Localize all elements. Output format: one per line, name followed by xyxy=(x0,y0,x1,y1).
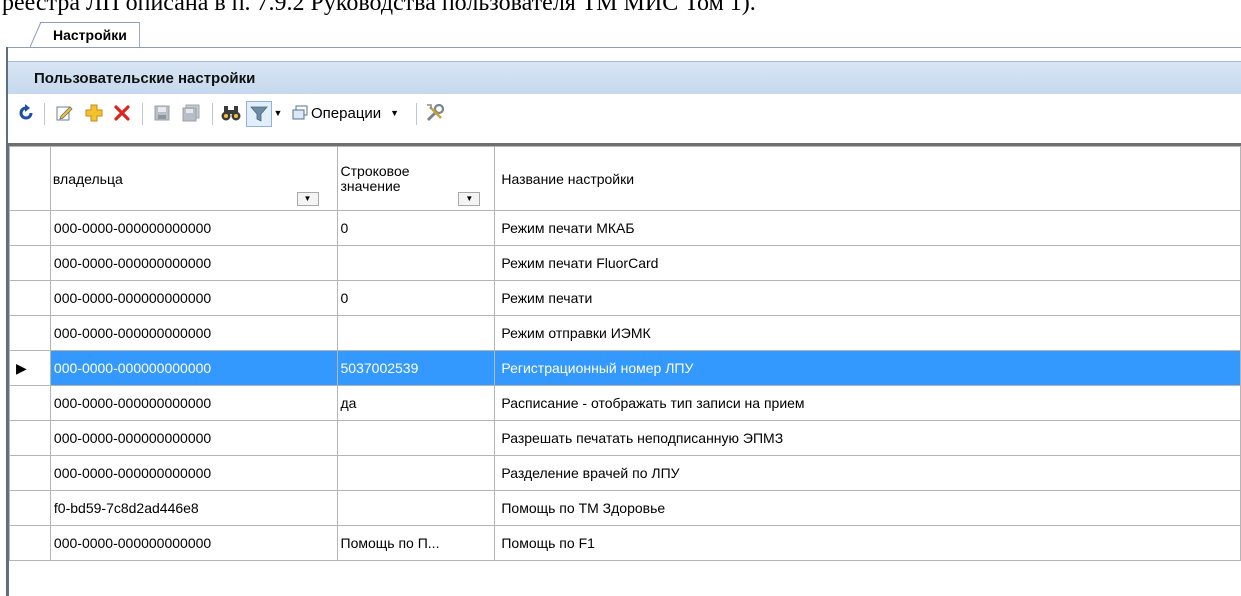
column-header-setting-name-label: Название настройки xyxy=(501,170,635,187)
grid-header-row: владельца ▼ Строковое значение ▼ Названи… xyxy=(9,146,1241,211)
toolbar-separator xyxy=(212,103,213,125)
refresh-icon[interactable] xyxy=(14,102,38,124)
cell-setting-name[interactable]: Регистрационный номер ЛПУ xyxy=(494,350,1241,386)
cell-setting-name[interactable]: Режим печати xyxy=(494,280,1241,316)
cell-setting-name[interactable]: Расписание - отображать тип записи на пр… xyxy=(494,385,1241,421)
column-filter-dropdown-icon[interactable]: ▼ xyxy=(296,192,319,206)
cell-owner[interactable]: 000-0000-000000000000 xyxy=(49,315,338,351)
cell-setting-name[interactable]: Разрешать печатать неподписанную ЭПМЗ xyxy=(494,420,1241,456)
cell-string-value[interactable]: 5037002539 xyxy=(336,350,496,386)
cell-owner[interactable]: 000-0000-000000000000 xyxy=(49,385,338,421)
chevron-down-icon: ▼ xyxy=(390,108,400,118)
column-filter-dropdown-icon[interactable]: ▼ xyxy=(458,192,481,206)
filter-dropdown-arrow-icon[interactable]: ▼ xyxy=(272,102,284,124)
row-indicator[interactable] xyxy=(9,525,51,561)
row-indicator[interactable] xyxy=(9,455,51,491)
cell-setting-name[interactable]: Режим печати FluorCard xyxy=(494,245,1241,281)
save-icon[interactable] xyxy=(150,102,174,124)
operations-label: Операции xyxy=(311,104,382,122)
toolbar: ▼ Операции ▼ xyxy=(8,95,1241,131)
toolbar-separator xyxy=(44,103,45,125)
find-icon[interactable] xyxy=(218,102,244,124)
settings-grid: владельца ▼ Строковое значение ▼ Названи… xyxy=(8,145,1241,596)
column-header-owner[interactable]: владельца ▼ xyxy=(49,146,338,211)
row-indicator[interactable] xyxy=(9,490,51,526)
cell-owner[interactable]: 000-0000-000000000000 xyxy=(49,210,338,246)
row-indicator[interactable] xyxy=(9,315,51,351)
table-row[interactable]: 000-0000-000000000000 Режим отправки ИЭМК xyxy=(9,315,1241,351)
cell-string-value[interactable] xyxy=(336,245,496,281)
column-header-owner-label: владельца xyxy=(52,170,123,187)
cell-owner[interactable]: 000-0000-000000000000 xyxy=(49,455,338,491)
table-row[interactable]: 000-0000-000000000000 Помощь по П... Помощ… xyxy=(9,525,1241,561)
cell-setting-name[interactable]: Режим печати МКАБ xyxy=(494,210,1241,246)
current-row-arrow-icon: ▶ xyxy=(16,359,27,376)
cell-owner[interactable]: 000-0000-000000000000 xyxy=(49,245,338,281)
cell-owner[interactable]: 000-0000-000000000000 xyxy=(49,525,338,561)
delete-icon[interactable] xyxy=(110,102,134,124)
row-indicator[interactable] xyxy=(9,245,51,281)
table-row[interactable]: 000-0000-000000000000 Разделение врачей п… xyxy=(9,455,1241,491)
cell-string-value[interactable] xyxy=(336,490,496,526)
cell-setting-name[interactable]: Помощь по ТМ Здоровье xyxy=(494,490,1241,526)
cell-string-value[interactable]: да xyxy=(336,385,496,421)
document-text: реестра ЛП описана в п. 7.9.2 Руководств… xyxy=(2,0,756,16)
cell-setting-name[interactable]: Разделение врачей по ЛПУ xyxy=(494,455,1241,491)
cell-string-value[interactable]: 0 xyxy=(336,280,496,316)
table-row[interactable]: ▶ 000-0000-000000000000 5037002539 Регистра… xyxy=(9,350,1241,386)
grid-table: владельца ▼ Строковое значение ▼ Названи… xyxy=(9,146,1241,561)
operations-icon xyxy=(292,105,308,120)
save-all-icon[interactable] xyxy=(178,102,204,124)
table-row[interactable]: 000-0000-000000000000 да Расписание - отоб… xyxy=(9,385,1241,421)
cell-string-value[interactable] xyxy=(336,315,496,351)
add-icon[interactable] xyxy=(82,102,106,124)
column-header-string-value[interactable]: Строковое значение ▼ xyxy=(336,146,496,211)
column-header-string-value-label: Строковое значение xyxy=(340,162,410,194)
cell-string-value[interactable] xyxy=(336,455,496,491)
cell-owner[interactable]: 000-0000-000000000000 xyxy=(49,350,338,386)
table-row[interactable]: 000-0000-000000000000 Режим печати FluorC… xyxy=(9,245,1241,281)
panel-title: Пользовательские настройки xyxy=(8,61,1241,94)
filter-icon[interactable] xyxy=(246,101,272,127)
table-row[interactable]: f0-bd59-7c8d2ad446e8 Помощь по ТМ Здоровь… xyxy=(9,490,1241,526)
row-indicator-header xyxy=(9,146,51,211)
operations-button[interactable]: Операции ▼ xyxy=(292,102,408,124)
row-indicator[interactable] xyxy=(9,420,51,456)
tab-strip: Настройки xyxy=(6,18,1241,48)
table-row[interactable]: 000-0000-000000000000 0 Режим печати xyxy=(9,280,1241,316)
toolbar-separator xyxy=(142,103,143,125)
row-indicator[interactable] xyxy=(9,385,51,421)
table-row[interactable]: 000-0000-000000000000 0 Режим печати МКАБ xyxy=(9,210,1241,246)
toolbar-separator xyxy=(416,103,417,125)
row-indicator[interactable] xyxy=(9,210,51,246)
settings-icon[interactable] xyxy=(422,102,448,124)
cell-string-value[interactable]: 0 xyxy=(336,210,496,246)
cell-setting-name[interactable]: Режим отправки ИЭМК xyxy=(494,315,1241,351)
row-indicator[interactable] xyxy=(9,280,51,316)
cell-owner[interactable]: 000-0000-000000000000 xyxy=(49,280,338,316)
cell-owner[interactable]: 000-0000-000000000000 xyxy=(49,420,338,456)
edit-icon[interactable] xyxy=(52,102,76,124)
row-indicator[interactable]: ▶ xyxy=(9,350,51,386)
tab-settings[interactable]: Настройки xyxy=(30,22,140,47)
table-row[interactable]: 000-0000-000000000000 Разрешать печатать … xyxy=(9,420,1241,456)
cell-string-value[interactable] xyxy=(336,420,496,456)
tab-edge-decoration xyxy=(30,22,42,47)
cell-string-value[interactable]: Помощь по П... xyxy=(336,525,496,561)
column-header-setting-name[interactable]: Название настройки xyxy=(494,146,1241,211)
cell-owner[interactable]: f0-bd59-7c8d2ad446e8 xyxy=(49,490,338,526)
cell-setting-name[interactable]: Помощь по F1 xyxy=(494,525,1241,561)
